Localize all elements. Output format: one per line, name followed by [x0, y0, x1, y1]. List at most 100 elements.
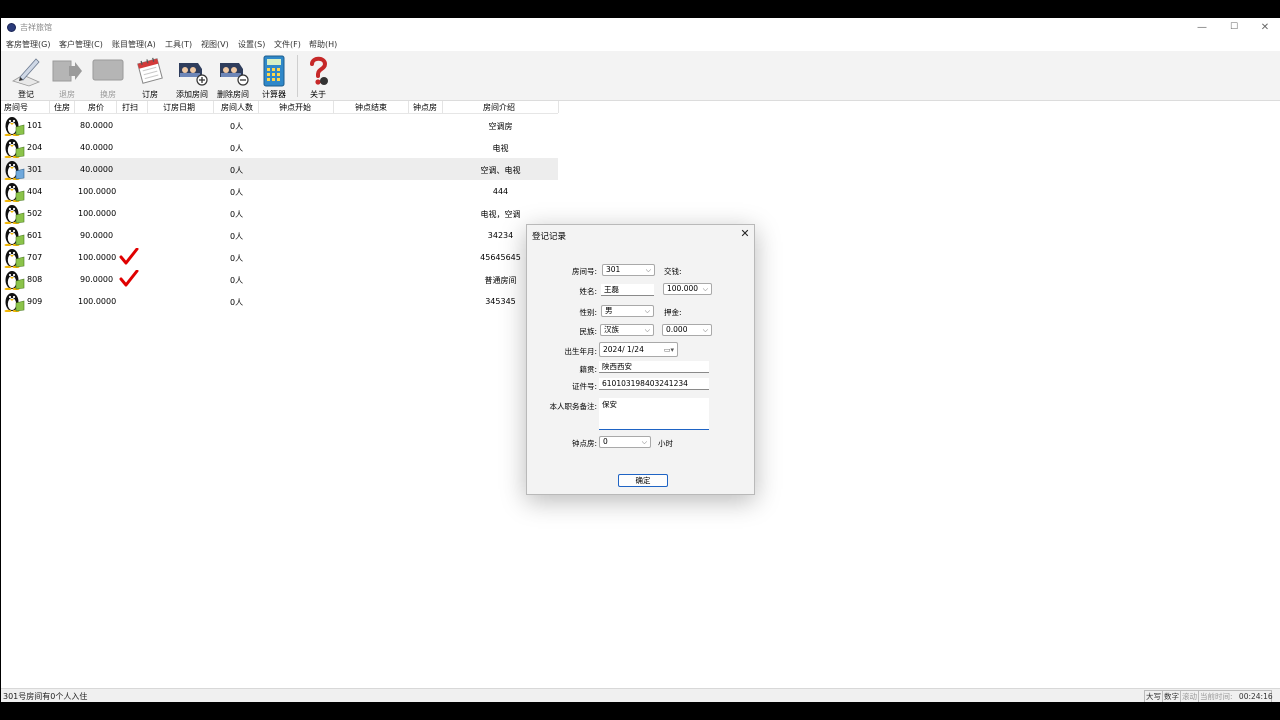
- menu-file[interactable]: 文件(F): [274, 39, 301, 50]
- room-number-select[interactable]: 301 ⌵: [602, 264, 655, 276]
- room-occupants: 0人: [230, 122, 244, 131]
- name-input[interactable]: 王磊: [601, 284, 654, 296]
- register-pen-icon: [12, 58, 41, 87]
- birth-date-label: 出生年月:: [564, 347, 597, 356]
- book-room-button[interactable]: 订房: [130, 53, 170, 99]
- deposit-value: 0.000: [666, 325, 688, 334]
- clock-time: 00:24:16: [1238, 692, 1273, 701]
- menu-customer-management[interactable]: 客户管理(C): [59, 39, 103, 50]
- origin-input[interactable]: 陕西西安: [599, 361, 709, 373]
- about-button[interactable]: 关于: [298, 53, 338, 99]
- room-number: 404: [27, 187, 43, 196]
- status-bar: 301号房间有0个人入住 大写 数字 滚动 当前时间: 00:24:16: [1, 688, 1280, 702]
- table-row[interactable]: 204 40.0000 0人 电视: [1, 136, 558, 158]
- deposit-label: 押金:: [664, 308, 682, 317]
- room-occupants: 0人: [230, 298, 244, 307]
- penguin-icon: [4, 161, 25, 180]
- birth-date-value: 2024/ 1/24: [603, 345, 644, 354]
- register-button[interactable]: 登记: [6, 53, 46, 99]
- chevron-down-icon: ⌵: [702, 326, 708, 334]
- name-label: 姓名:: [579, 287, 597, 296]
- penguin-icon: [4, 249, 25, 268]
- menu-room-management[interactable]: 客房管理(G): [6, 39, 50, 50]
- room-number: 909: [27, 297, 43, 306]
- penguin-icon: [4, 205, 25, 224]
- payment-select[interactable]: 100.000 ⌵: [663, 283, 712, 295]
- app-logo-icon: [7, 23, 16, 32]
- close-button[interactable]: ✕: [1250, 20, 1280, 35]
- table-row[interactable]: 909 100.0000 0人 345345: [1, 290, 558, 312]
- column-divider: [333, 101, 334, 113]
- clock-indicator: 当前时间: 00:24:16: [1198, 690, 1273, 702]
- change-room-button[interactable]: 换房: [88, 53, 128, 99]
- hourly-hours-select[interactable]: 0 ⌵: [599, 436, 651, 448]
- table-row[interactable]: 808 90.0000 0人 普通房间: [1, 268, 558, 290]
- checkout-arrow-icon: [52, 60, 82, 82]
- room-price: 40.0000: [80, 165, 114, 174]
- room-occupants: 0人: [230, 144, 244, 153]
- column-divider: [147, 101, 148, 113]
- id-number-input[interactable]: 610103198403241234: [599, 378, 709, 390]
- column-divider: [116, 101, 117, 113]
- room-occupants: 0人: [230, 166, 244, 175]
- col-hourly-room[interactable]: 钟点房: [413, 102, 437, 113]
- col-room-number[interactable]: 房间号: [4, 102, 28, 113]
- col-hourly-end[interactable]: 钟点结束: [355, 102, 387, 113]
- table-row[interactable]: 707 100.0000 0人 45645645: [1, 246, 558, 268]
- room-number: 707: [27, 253, 43, 262]
- checkout-button[interactable]: 退房: [47, 53, 87, 99]
- window-title: 吉祥旅馆: [20, 23, 52, 32]
- column-divider: [442, 101, 443, 113]
- room-number: 101: [27, 121, 43, 130]
- col-cleaning[interactable]: 打扫: [122, 102, 138, 113]
- dialog-close-button[interactable]: ✕: [738, 227, 752, 241]
- deposit-select[interactable]: 0.000 ⌵: [662, 324, 712, 336]
- room-intro: 空调房: [488, 122, 513, 131]
- payment-value: 100.000: [667, 284, 699, 293]
- gender-select[interactable]: 男 ⌵: [601, 305, 654, 317]
- calendar-dropdown-icon: ▭▾: [663, 346, 674, 354]
- ethnicity-select[interactable]: 汉族 ⌵: [600, 324, 654, 336]
- room-price: 40.0000: [80, 143, 114, 152]
- delete-room-button[interactable]: 删除房间: [213, 53, 253, 99]
- birth-date-picker[interactable]: 2024/ 1/24 ▭▾: [599, 342, 678, 357]
- room-price: 100.0000: [78, 209, 117, 218]
- room-price: 90.0000: [80, 275, 114, 284]
- room-intro: 444: [492, 187, 509, 196]
- col-price[interactable]: 房价: [88, 102, 104, 113]
- col-room-intro[interactable]: 房间介绍: [483, 102, 515, 113]
- calculator-button[interactable]: 计算器: [254, 53, 294, 99]
- ethnicity-value: 汉族: [604, 325, 619, 334]
- table-row[interactable]: 101 80.0000 0人 空调房: [1, 114, 558, 136]
- cleaned-checkmark-icon: [119, 270, 139, 287]
- minimize-button[interactable]: —: [1187, 20, 1217, 35]
- col-occupants[interactable]: 房间人数: [221, 102, 253, 113]
- room-number: 601: [27, 231, 43, 240]
- column-divider: [74, 101, 75, 113]
- hours-unit-label: 小时: [658, 439, 673, 448]
- table-row[interactable]: 502 100.0000 0人 电视，空调: [1, 202, 558, 224]
- col-occupied[interactable]: 住房: [54, 102, 70, 113]
- table-row[interactable]: 601 90.0000 0人 34234: [1, 224, 558, 246]
- main-window: 吉祥旅馆 — ☐ ✕ 客房管理(G) 客户管理(C) 账目管理(A) 工具(T)…: [1, 18, 1280, 702]
- room-intro: 电视，空调: [480, 210, 521, 219]
- table-row[interactable]: 404 100.0000 0人 444: [1, 180, 558, 202]
- room-list-header: 房间号 住房 房价 打扫 订房日期 房间人数 钟点开始 钟点结束 钟点房 房间介…: [1, 101, 559, 114]
- add-room-button[interactable]: 添加房间: [172, 53, 212, 99]
- menu-tools[interactable]: 工具(T): [165, 39, 192, 50]
- maximize-button[interactable]: ☐: [1219, 20, 1249, 35]
- table-row-selected[interactable]: 301 40.0000 0人 空调、电视: [1, 158, 558, 180]
- menu-settings[interactable]: 设置(S): [238, 39, 265, 50]
- job-remark-textarea[interactable]: 保安: [599, 398, 709, 430]
- penguin-icon: [4, 183, 25, 202]
- menu-help[interactable]: 帮助(H): [309, 39, 337, 50]
- col-booking-date[interactable]: 订房日期: [163, 102, 195, 113]
- col-hourly-start[interactable]: 钟点开始: [279, 102, 311, 113]
- ok-button[interactable]: 确定: [618, 474, 668, 487]
- menu-view[interactable]: 视图(V): [201, 39, 229, 50]
- penguin-icon: [4, 271, 25, 290]
- chevron-down-icon: ⌵: [645, 266, 651, 274]
- room-occupants: 0人: [230, 276, 244, 285]
- payment-label: 交钱:: [664, 267, 682, 276]
- menu-account-management[interactable]: 账目管理(A): [112, 39, 156, 50]
